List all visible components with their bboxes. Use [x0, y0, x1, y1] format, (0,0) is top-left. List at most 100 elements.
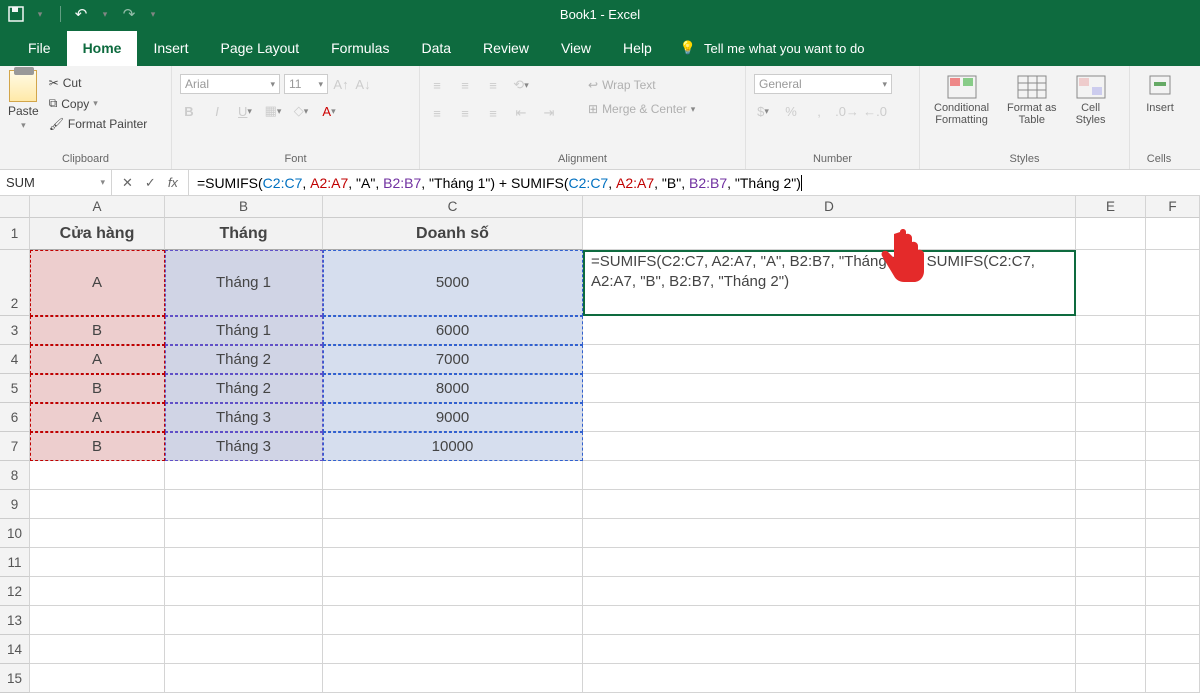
- enter-icon[interactable]: ✓: [145, 175, 156, 191]
- cell[interactable]: Tháng: [165, 218, 323, 250]
- cell[interactable]: [1146, 519, 1200, 548]
- row-header[interactable]: 3: [0, 316, 30, 345]
- align-top-icon[interactable]: ≡: [428, 76, 446, 94]
- save-icon[interactable]: [8, 6, 24, 22]
- cell[interactable]: Tháng 3: [165, 432, 323, 461]
- worksheet[interactable]: A B C D E F 1 Cửa hàng Tháng Doanh số 2 …: [0, 196, 1200, 693]
- row-header[interactable]: 7: [0, 432, 30, 461]
- col-header-c[interactable]: C: [323, 196, 583, 218]
- merge-center-button[interactable]: ⊞Merge & Center▾: [584, 100, 699, 118]
- row-header[interactable]: 4: [0, 345, 30, 374]
- tab-file[interactable]: File: [12, 31, 67, 66]
- cell[interactable]: [165, 490, 323, 519]
- undo-dropdown-icon[interactable]: ▾: [97, 6, 113, 22]
- cell[interactable]: [583, 461, 1076, 490]
- cell[interactable]: Tháng 2: [165, 374, 323, 403]
- cell[interactable]: [165, 519, 323, 548]
- decrease-indent-icon[interactable]: ⇤: [512, 104, 530, 122]
- cell[interactable]: [30, 577, 165, 606]
- formula-input[interactable]: =SUMIFS(C2:C7, A2:A7, "A", B2:B7, "Tháng…: [189, 170, 1200, 195]
- cell[interactable]: [323, 577, 583, 606]
- cell[interactable]: [323, 635, 583, 664]
- cell-styles-button[interactable]: Cell Styles: [1069, 72, 1113, 150]
- cell[interactable]: [1146, 374, 1200, 403]
- row-header[interactable]: 1: [0, 218, 30, 250]
- row-header[interactable]: 6: [0, 403, 30, 432]
- paste-button[interactable]: Paste ▾: [8, 70, 39, 150]
- redo-icon[interactable]: ↷: [121, 6, 137, 22]
- cell[interactable]: [583, 635, 1076, 664]
- cell[interactable]: Tháng 3: [165, 403, 323, 432]
- cell[interactable]: [1076, 461, 1146, 490]
- cell[interactable]: [1076, 606, 1146, 635]
- cell[interactable]: B: [30, 374, 165, 403]
- align-middle-icon[interactable]: ≡: [456, 76, 474, 94]
- cell[interactable]: [1146, 664, 1200, 693]
- cell[interactable]: [1146, 606, 1200, 635]
- orientation-icon[interactable]: ⟲▾: [512, 76, 530, 94]
- cell[interactable]: [30, 635, 165, 664]
- align-left-icon[interactable]: ≡: [428, 104, 446, 122]
- cell[interactable]: [1076, 374, 1146, 403]
- cell[interactable]: B: [30, 316, 165, 345]
- cell[interactable]: Cửa hàng: [30, 218, 165, 250]
- format-painter-button[interactable]: 🖌Format Painter: [45, 115, 152, 133]
- cell[interactable]: [1146, 635, 1200, 664]
- fx-icon[interactable]: fx: [168, 175, 178, 190]
- tab-view[interactable]: View: [545, 31, 607, 66]
- cell[interactable]: [1146, 577, 1200, 606]
- row-header[interactable]: 12: [0, 577, 30, 606]
- cell[interactable]: 6000: [323, 316, 583, 345]
- cell[interactable]: [1146, 548, 1200, 577]
- cut-button[interactable]: ✂Cut: [45, 74, 152, 92]
- row-header[interactable]: 10: [0, 519, 30, 548]
- col-header-a[interactable]: A: [30, 196, 165, 218]
- cell[interactable]: [30, 606, 165, 635]
- cell[interactable]: [1146, 345, 1200, 374]
- cell[interactable]: Tháng 1: [165, 250, 323, 316]
- row-header[interactable]: 13: [0, 606, 30, 635]
- tab-insert[interactable]: Insert: [137, 31, 204, 66]
- tab-formulas[interactable]: Formulas: [315, 31, 405, 66]
- cell[interactable]: [323, 606, 583, 635]
- cell[interactable]: [1146, 461, 1200, 490]
- cell[interactable]: 5000: [323, 250, 583, 316]
- tab-review[interactable]: Review: [467, 31, 545, 66]
- cell[interactable]: [583, 606, 1076, 635]
- cell[interactable]: [583, 432, 1076, 461]
- cell[interactable]: A: [30, 345, 165, 374]
- cell[interactable]: [1146, 250, 1200, 316]
- cell[interactable]: [583, 374, 1076, 403]
- tab-page-layout[interactable]: Page Layout: [204, 31, 315, 66]
- redo-dropdown-icon[interactable]: ▾: [145, 6, 161, 22]
- active-cell[interactable]: =SUMIFS(C2:C7, A2:A7, "A", B2:B7, "Tháng…: [583, 250, 1076, 316]
- cell[interactable]: [30, 519, 165, 548]
- cell[interactable]: [30, 548, 165, 577]
- row-header[interactable]: 14: [0, 635, 30, 664]
- underline-icon[interactable]: U▾: [236, 102, 254, 120]
- cell[interactable]: [583, 664, 1076, 693]
- cell[interactable]: [165, 548, 323, 577]
- wrap-text-button[interactable]: ↩Wrap Text: [584, 76, 699, 94]
- number-format-select[interactable]: General▾: [754, 74, 892, 94]
- cell[interactable]: Tháng 1: [165, 316, 323, 345]
- cell[interactable]: [165, 577, 323, 606]
- cell[interactable]: [583, 218, 1076, 250]
- cell[interactable]: [583, 316, 1076, 345]
- col-header-b[interactable]: B: [165, 196, 323, 218]
- increase-indent-icon[interactable]: ⇥: [540, 104, 558, 122]
- increase-font-icon[interactable]: A↑: [332, 75, 350, 93]
- font-name-select[interactable]: Arial▾: [180, 74, 280, 94]
- qat-dropdown-icon[interactable]: ▾: [32, 6, 48, 22]
- cell[interactable]: [323, 664, 583, 693]
- cell[interactable]: [323, 548, 583, 577]
- row-header[interactable]: 8: [0, 461, 30, 490]
- italic-icon[interactable]: I: [208, 102, 226, 120]
- cell[interactable]: [1076, 664, 1146, 693]
- cell[interactable]: A: [30, 250, 165, 316]
- tab-help[interactable]: Help: [607, 31, 668, 66]
- cell[interactable]: Tháng 2: [165, 345, 323, 374]
- fill-color-icon[interactable]: ◇▾: [292, 102, 310, 120]
- decrease-font-icon[interactable]: A↓: [354, 75, 372, 93]
- row-header[interactable]: 2: [0, 250, 30, 316]
